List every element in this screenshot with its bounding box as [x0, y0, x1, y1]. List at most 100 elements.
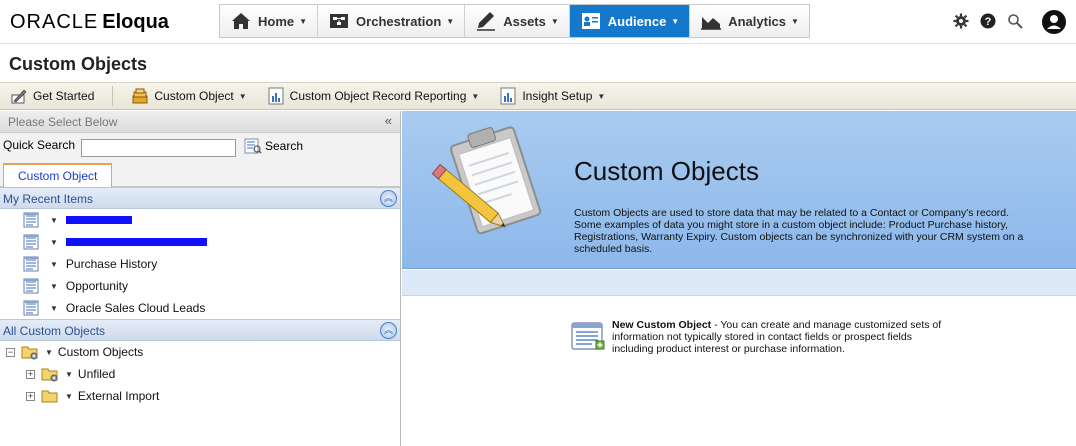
divider-band [402, 270, 1076, 296]
custom-object-doc-icon [22, 277, 40, 295]
panel-header: Please Select Below « [0, 111, 400, 133]
new-custom-object-link[interactable]: New Custom Object - You can create and m… [570, 319, 952, 356]
clipboard-pencil-icon [424, 125, 554, 248]
recent-item-redacted-2[interactable]: ▼ [0, 231, 400, 253]
hero-description: Custom Objects are used to store data th… [574, 207, 1024, 255]
nav-audience[interactable]: Audience ▼ [569, 5, 691, 37]
chevron-down-icon: ▼ [50, 259, 58, 269]
left-navigation-panel: Please Select Below « Quick Search Searc… [0, 111, 401, 446]
collapse-section-icon[interactable]: ︽ [380, 190, 397, 207]
tree-node-label: Unfiled [77, 367, 116, 381]
all-custom-objects-label: All Custom Objects [3, 324, 106, 338]
nav-analytics[interactable]: Analytics ▼ [690, 5, 809, 37]
gear-icon[interactable] [950, 10, 972, 32]
chevron-down-icon: ▼ [791, 16, 799, 26]
redaction-bar [65, 216, 132, 224]
pencil-icon [475, 11, 497, 31]
app-window: ORACLE Eloqua Home ▼ Orchestration ▼ Ass… [0, 0, 1076, 446]
chevron-down-icon: ▼ [45, 347, 53, 357]
main-nav: Home ▼ Orchestration ▼ Assets ▼ Audience… [219, 4, 810, 38]
custom-object-doc-icon [22, 299, 40, 317]
help-icon[interactable]: ? [977, 10, 999, 32]
brand-oracle: ORACLE [10, 11, 99, 33]
search-button[interactable]: Search [244, 137, 303, 155]
nav-orchestration-label: Orchestration [356, 13, 442, 29]
toolbar: Get Started Custom Object ▼ Custom Objec… [0, 82, 1076, 110]
record-reporting-label: Custom Object Record Reporting [289, 89, 467, 103]
recent-item-oracle-sales-cloud-leads[interactable]: ▼ Oracle Sales Cloud Leads [0, 297, 400, 319]
new-custom-object-text: New Custom Object - You can create and m… [612, 319, 952, 355]
chevron-down-icon: ▼ [65, 369, 73, 379]
collapse-panel-icon[interactable]: « [385, 113, 392, 128]
expand-node-icon[interactable]: + [26, 391, 35, 401]
chevron-down-icon: ▼ [50, 303, 58, 313]
new-custom-object-title[interactable]: New Custom Object [612, 319, 711, 331]
tree-node-unfiled[interactable]: + ▼ Unfiled [0, 363, 400, 385]
nav-orchestration[interactable]: Orchestration ▼ [318, 5, 466, 37]
chevron-down-icon: ▼ [671, 16, 680, 26]
redaction-bar [65, 238, 207, 246]
house-icon [230, 11, 252, 31]
nav-audience-label: Audience [607, 13, 667, 29]
recent-item-opportunity[interactable]: ▼ Opportunity [0, 275, 400, 297]
nav-home[interactable]: Home ▼ [220, 5, 319, 37]
chevron-down-icon: ▼ [299, 16, 308, 26]
chevron-down-icon: ▼ [597, 91, 606, 101]
chevron-down-icon: ▼ [238, 91, 247, 101]
orchestration-icon [328, 11, 350, 31]
chevron-down-icon: ▼ [446, 16, 455, 26]
record-reporting-menu-button[interactable]: Custom Object Record Reporting ▼ [261, 84, 486, 108]
nav-assets-label: Assets [503, 13, 546, 29]
tab-custom-object[interactable]: Custom Object [3, 163, 113, 187]
custom-object-doc-icon [22, 211, 40, 229]
folder-icon [41, 387, 59, 405]
custom-object-menu-label: Custom Object [154, 89, 234, 103]
my-recent-items-header[interactable]: My Recent Items ︽ [0, 187, 400, 209]
hero-title: Custom Objects [574, 156, 759, 186]
tree-node-label: Custom Objects [57, 345, 144, 359]
page-title: Custom Objects [9, 54, 148, 74]
nav-home-label: Home [258, 13, 295, 29]
recent-item-label: Opportunity [65, 279, 128, 293]
custom-object-menu-button[interactable]: Custom Object ▼ [125, 84, 252, 108]
expand-node-icon[interactable]: + [26, 369, 35, 379]
search-icon[interactable] [1004, 10, 1026, 32]
my-recent-items-label: My Recent Items [3, 192, 94, 206]
collapse-section-icon[interactable]: ︽ [380, 322, 397, 339]
custom-object-doc-icon [22, 233, 40, 251]
insight-setup-label: Insight Setup [522, 89, 593, 103]
recent-item-purchase-history[interactable]: ▼ Purchase History [0, 253, 400, 275]
quick-search-label: Quick Search [3, 138, 76, 152]
all-custom-objects-header[interactable]: All Custom Objects ︽ [0, 319, 400, 341]
hero-banner: Custom Objects Custom Objects are used t… [402, 111, 1076, 269]
chevron-down-icon: ▼ [65, 391, 73, 401]
chevron-down-icon: ▼ [550, 16, 559, 26]
custom-object-doc-icon [22, 255, 40, 273]
quick-search-row: Quick Search Search [0, 133, 400, 161]
folder-gear-icon [21, 343, 39, 361]
chevron-down-icon: ▼ [50, 237, 58, 247]
custom-object-stack-icon [131, 87, 149, 105]
chart-icon [700, 11, 722, 31]
toolbar-divider [112, 86, 114, 106]
get-started-button[interactable]: Get Started [4, 84, 100, 108]
report-chart-icon [267, 87, 285, 105]
recent-item-label: Purchase History [65, 257, 158, 271]
tree-node-external-import[interactable]: + ▼ External Import [0, 385, 400, 407]
get-started-label: Get Started [33, 89, 95, 103]
pen-paper-icon [10, 87, 28, 105]
content-panel: Custom Objects Custom Objects are used t… [402, 111, 1076, 446]
nav-assets[interactable]: Assets ▼ [465, 5, 570, 37]
collapse-node-icon[interactable]: − [6, 347, 15, 357]
search-list-icon [244, 137, 262, 155]
top-navigation-bar: ORACLE Eloqua Home ▼ Orchestration ▼ Ass… [0, 0, 1076, 44]
tree-node-custom-objects[interactable]: − ▼ Custom Objects [0, 341, 400, 363]
recent-item-redacted-1[interactable]: ▼ [0, 209, 400, 231]
user-avatar-icon[interactable] [1042, 10, 1066, 34]
quick-search-input[interactable] [81, 139, 236, 157]
folder-gear-icon [41, 365, 59, 383]
oracle-eloqua-logo[interactable]: ORACLE Eloqua [10, 10, 169, 34]
brand-eloqua: Eloqua [102, 11, 169, 33]
panel-header-label: Please Select Below [8, 115, 118, 129]
insight-setup-menu-button[interactable]: Insight Setup ▼ [493, 84, 611, 108]
